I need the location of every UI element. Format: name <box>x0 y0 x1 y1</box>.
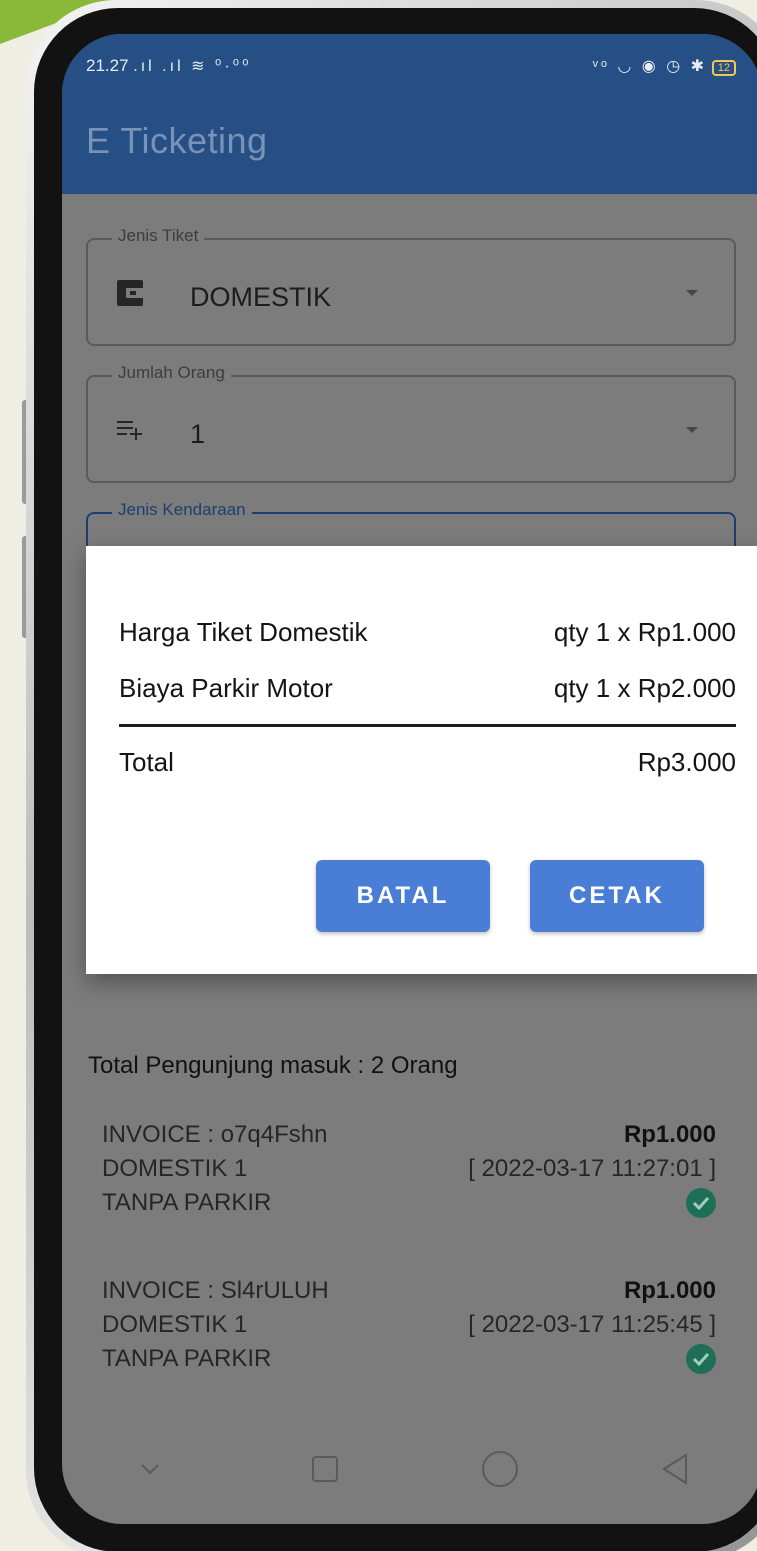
dialog-line-label: Harga Tiket Domestik <box>119 616 368 647</box>
invoice-ticket: DOMESTIK 1 <box>102 1311 248 1338</box>
ticket-type-label: Jenis Tiket <box>112 226 205 246</box>
people-count-dropdown[interactable]: Jumlah Orang 1 <box>86 363 736 483</box>
people-count-label: Jumlah Orang <box>112 363 231 383</box>
invoice-list-item[interactable]: INVOICE : o7q4Fshn Rp1.000 DOMESTIK 1 [ … <box>102 1120 716 1222</box>
dialog-line-ticket: Harga Tiket Domestik qty 1 x Rp1.000 <box>119 616 736 648</box>
check-circle-icon <box>686 1344 716 1374</box>
status-time: 21.27 <box>86 56 129 75</box>
status-bar: 21.27 .ıl .ıl ≋ ⁰·⁰⁰ ᵛᵒ ◡ ◉ ◷ ✱ 12 <box>86 54 736 78</box>
vehicle-type-label: Jenis Kendaraan <box>112 500 252 520</box>
status-left: 21.27 .ıl .ıl ≋ ⁰·⁰⁰ <box>86 56 251 76</box>
dialog-total-label: Total <box>119 746 174 777</box>
dropdown-arrow-icon <box>686 290 698 296</box>
people-count-value: 1 <box>190 419 206 449</box>
main-content: Jenis Tiket DOMESTIK Jumlah Orang 1 Jeni… <box>62 194 757 1524</box>
dialog-line-label: Biaya Parkir Motor <box>119 672 333 703</box>
invoice-list-item[interactable]: INVOICE : Sl4rULUH Rp1.000 DOMESTIK 1 [ … <box>102 1276 716 1378</box>
payment-confirmation-dialog: Harga Tiket Domestik qty 1 x Rp1.000 Bia… <box>86 546 757 974</box>
cancel-button[interactable]: BATAL <box>316 860 490 932</box>
invoice-amount: Rp1.000 <box>623 1277 716 1304</box>
nav-back-icon[interactable] <box>655 1449 695 1489</box>
invoice-header-row: INVOICE : Sl4rULUH Rp1.000 <box>102 1276 716 1306</box>
visitor-total-text: Total Pengunjung masuk : 2 Orang <box>88 1052 458 1079</box>
system-navigation-bar <box>62 1414 757 1524</box>
invoice-header-row: INVOICE : o7q4Fshn Rp1.000 <box>102 1120 716 1150</box>
nav-home-icon[interactable] <box>480 1449 520 1489</box>
dialog-line-parking: Biaya Parkir Motor qty 1 x Rp2.000 <box>119 672 736 704</box>
dialog-total-value: Rp3.000 <box>637 746 736 777</box>
invoice-parking: TANPA PARKIR <box>102 1345 272 1372</box>
dropdown-arrow-icon <box>686 427 698 433</box>
wallet-icon <box>116 278 146 308</box>
check-circle-icon <box>686 1188 716 1218</box>
nav-menu-icon[interactable] <box>130 1449 170 1489</box>
invoice-timestamp: [ 2022-03-17 11:25:45 ] <box>468 1311 716 1338</box>
dialog-line-value: qty 1 x Rp1.000 <box>553 616 736 647</box>
invoice-detail-row: DOMESTIK 1 [ 2022-03-17 11:27:01 ] <box>102 1154 716 1184</box>
battery-icon: 12 <box>711 60 736 76</box>
dialog-line-value: qty 1 x Rp2.000 <box>553 672 736 703</box>
system-status-icons: ᵛᵒ ◡ ◉ ◷ ✱ <box>592 58 708 75</box>
invoice-id: INVOICE : o7q4Fshn <box>102 1121 328 1148</box>
dialog-divider <box>119 724 736 727</box>
app-bar: 21.27 .ıl .ıl ≋ ⁰·⁰⁰ ᵛᵒ ◡ ◉ ◷ ✱ 12 E Tic… <box>62 34 757 194</box>
signal-wifi-icons: .ıl .ıl ≋ ⁰·⁰⁰ <box>133 58 252 75</box>
invoice-id: INVOICE : Sl4rULUH <box>102 1277 329 1304</box>
app-title: E Ticketing <box>86 120 268 161</box>
ticket-type-dropdown[interactable]: Jenis Tiket DOMESTIK <box>86 226 736 346</box>
print-button[interactable]: CETAK <box>530 860 704 932</box>
invoice-parking-row: TANPA PARKIR <box>102 1188 716 1218</box>
playlist-add-icon <box>116 415 146 445</box>
invoice-parking: TANPA PARKIR <box>102 1189 272 1216</box>
invoice-timestamp: [ 2022-03-17 11:27:01 ] <box>468 1155 716 1182</box>
invoice-parking-row: TANPA PARKIR <box>102 1344 716 1374</box>
invoice-detail-row: DOMESTIK 1 [ 2022-03-17 11:25:45 ] <box>102 1310 716 1340</box>
ticket-type-value: DOMESTIK <box>190 282 332 312</box>
phone-screen: 21.27 .ıl .ıl ≋ ⁰·⁰⁰ ᵛᵒ ◡ ◉ ◷ ✱ 12 E Tic… <box>62 34 757 1524</box>
status-right: ᵛᵒ ◡ ◉ ◷ ✱ 12 <box>593 56 736 76</box>
invoice-amount: Rp1.000 <box>623 1121 716 1148</box>
dialog-total-row: Total Rp3.000 <box>119 746 736 778</box>
nav-recents-icon[interactable] <box>305 1449 345 1489</box>
invoice-ticket: DOMESTIK 1 <box>102 1155 248 1182</box>
